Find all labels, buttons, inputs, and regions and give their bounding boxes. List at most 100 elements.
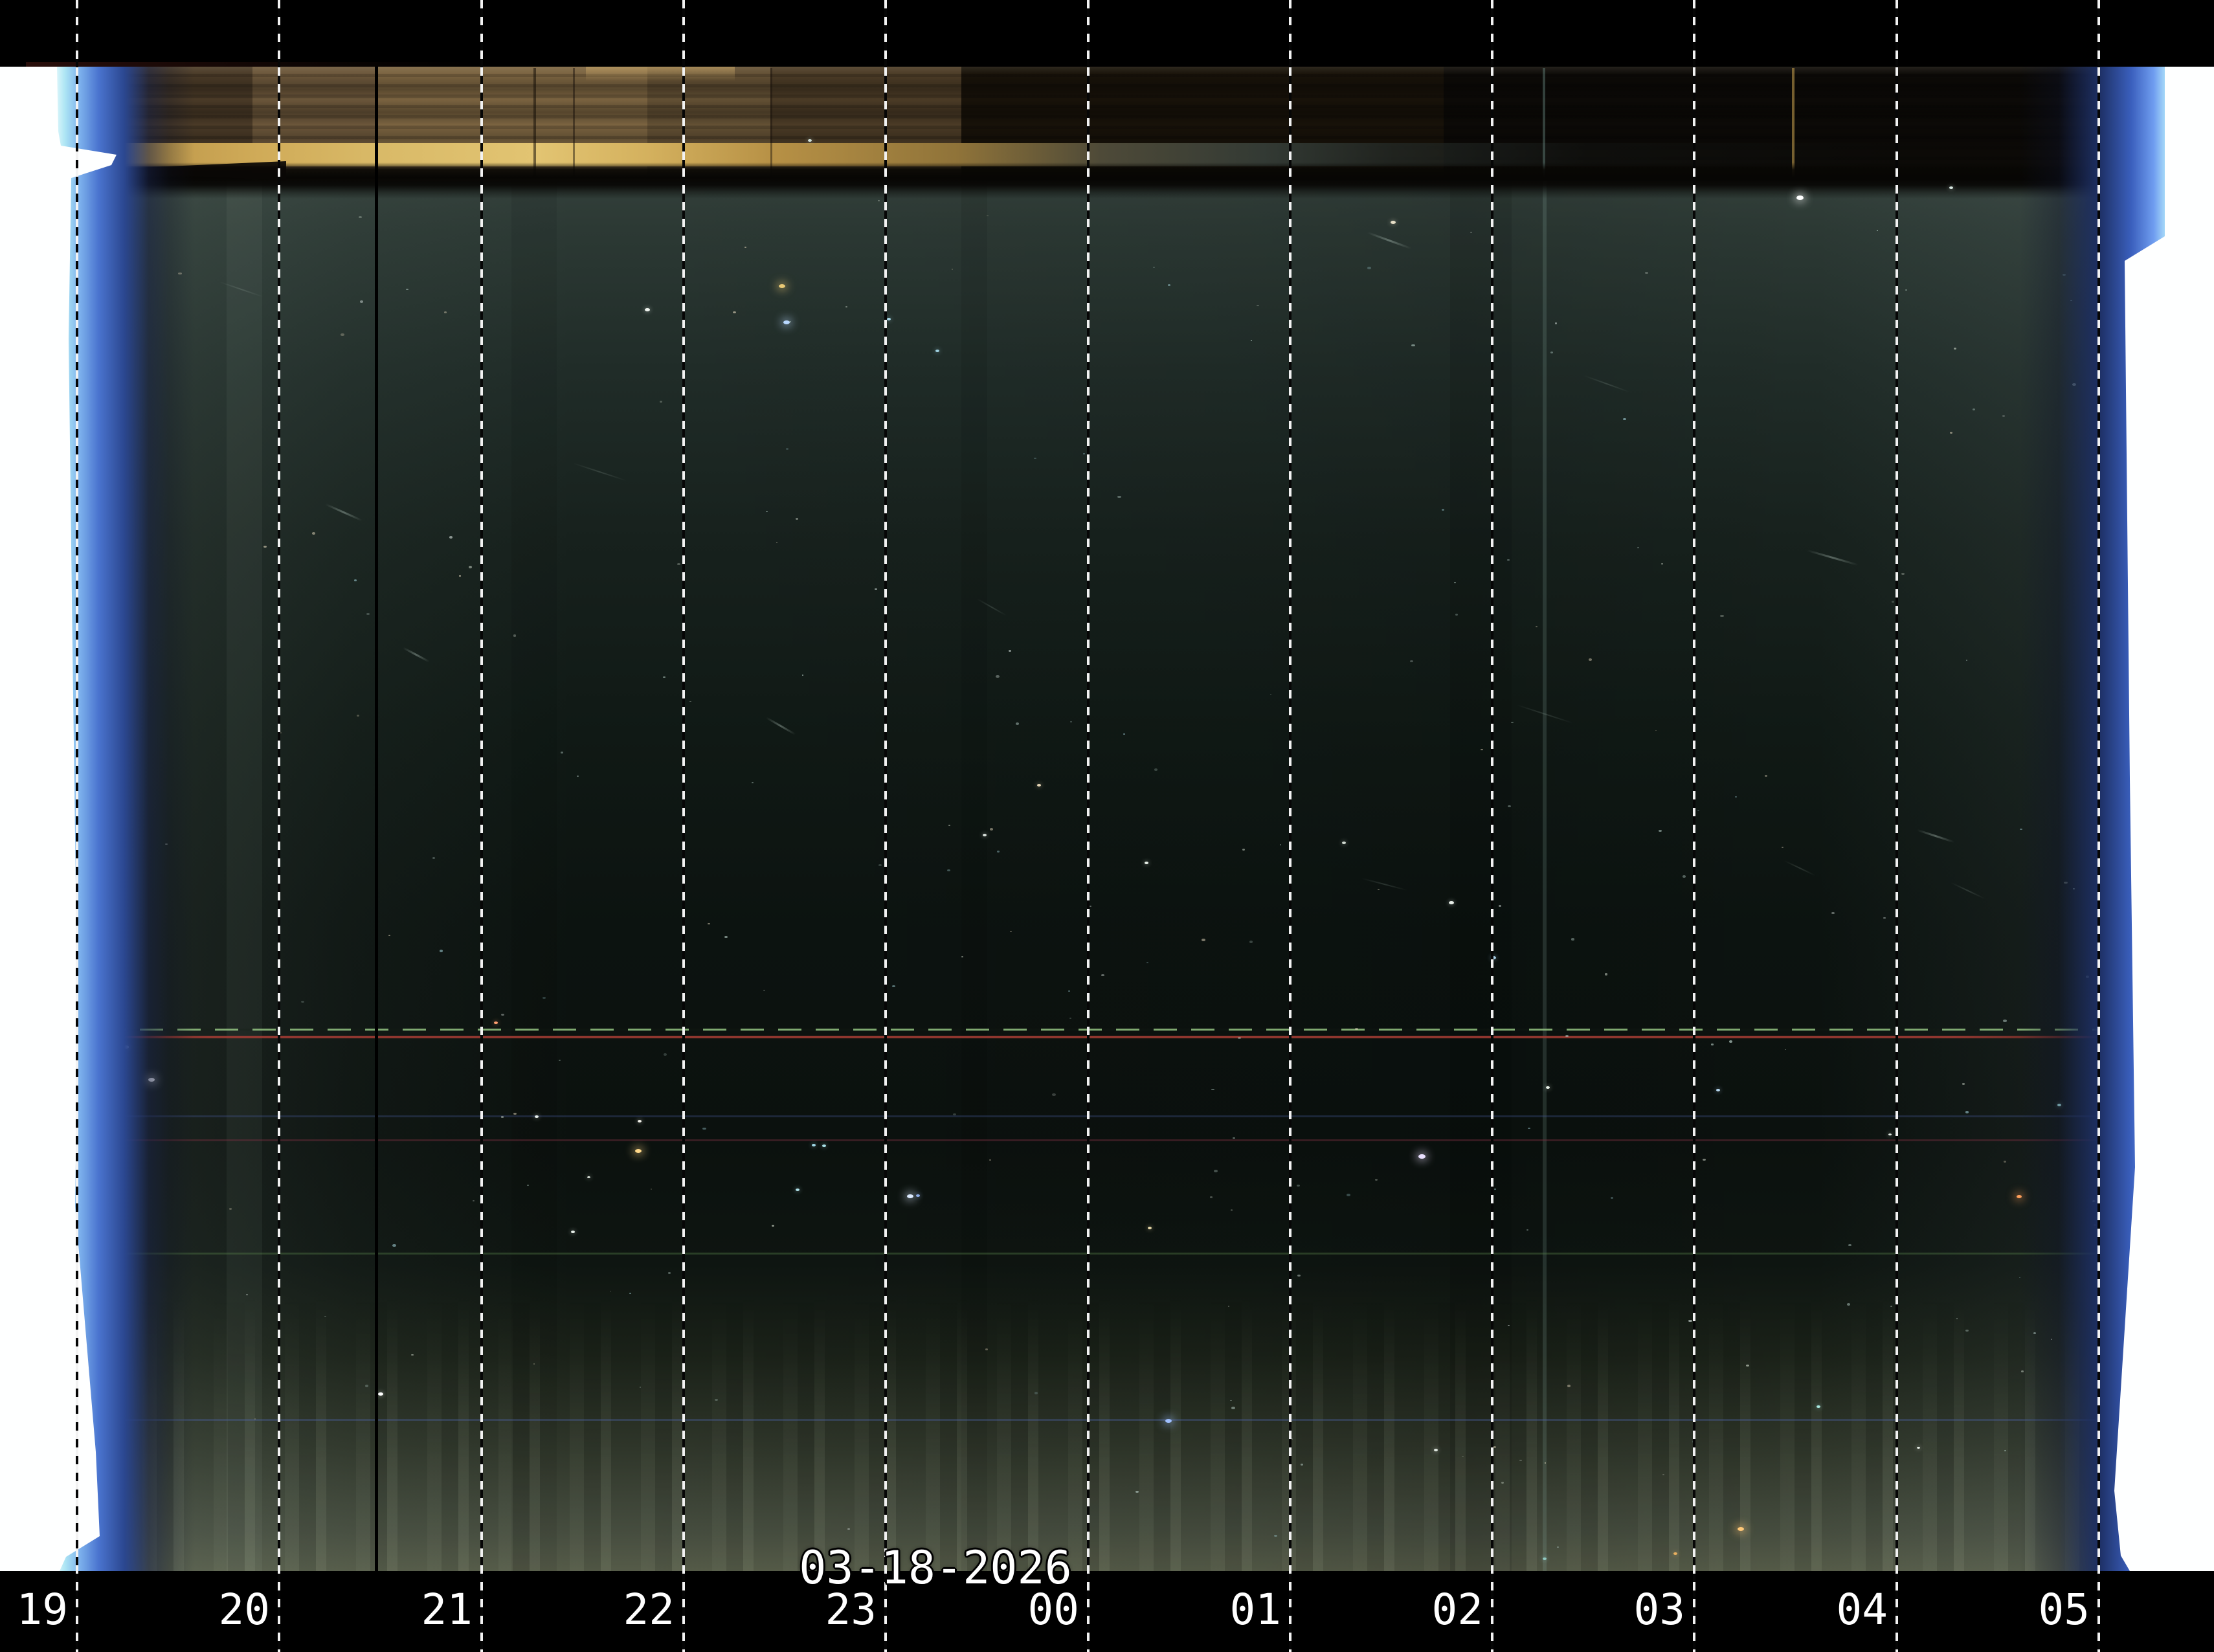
star xyxy=(1449,901,1454,904)
faint-star xyxy=(724,936,728,938)
faint-star xyxy=(1034,1392,1038,1394)
faint-star xyxy=(1965,1111,1969,1113)
star xyxy=(1888,1133,1892,1135)
faint-star xyxy=(1571,938,1574,940)
faint-star xyxy=(365,1385,369,1387)
faint-star xyxy=(796,518,798,520)
faint-star xyxy=(1662,1474,1664,1475)
faint-star xyxy=(629,1293,631,1294)
faint-star xyxy=(1729,1040,1732,1042)
faint-star xyxy=(1954,348,1956,350)
hour-label-19: 19 xyxy=(17,1584,68,1636)
faint-star xyxy=(802,675,804,676)
faint-star xyxy=(2004,1161,2006,1163)
faint-star xyxy=(1367,267,1371,269)
faint-star xyxy=(501,1014,504,1016)
star xyxy=(1434,1449,1438,1451)
faint-star xyxy=(1231,1407,1235,1409)
hour-label-03: 03 xyxy=(1634,1584,1685,1636)
faint-star xyxy=(1153,267,1155,268)
star xyxy=(378,1392,383,1396)
faint-star xyxy=(1462,1456,1464,1457)
star xyxy=(1817,1405,1820,1408)
star xyxy=(1716,1089,1720,1091)
faint-star xyxy=(1228,1306,1229,1307)
faint-star xyxy=(952,269,953,270)
hour-label-04: 04 xyxy=(1837,1584,1888,1636)
star xyxy=(1037,784,1041,787)
faint-star xyxy=(1493,1446,1495,1448)
star xyxy=(535,1115,539,1118)
faint-star xyxy=(1231,1209,1233,1211)
faint-star xyxy=(878,864,881,866)
star xyxy=(638,1120,642,1122)
hour-gridline-05 xyxy=(2097,0,2100,1652)
faint-star xyxy=(1637,547,1639,548)
star xyxy=(935,350,939,352)
faint-star xyxy=(1567,1385,1571,1387)
hour-label-22: 22 xyxy=(623,1584,675,1636)
hour-gridline-03 xyxy=(1693,0,1695,1652)
star xyxy=(1148,1227,1152,1229)
faint-star xyxy=(1202,939,1205,941)
star xyxy=(1546,1086,1550,1089)
faint-star xyxy=(392,1244,396,1246)
date-label: 03-18-2026 xyxy=(799,1543,1071,1592)
faint-star xyxy=(1711,1044,1714,1045)
hour-gridline-01 xyxy=(1289,0,1292,1652)
faint-star xyxy=(752,782,754,783)
star xyxy=(1796,195,1804,200)
keogram-strip xyxy=(0,67,2214,1571)
star xyxy=(1949,186,1953,189)
faint-star xyxy=(996,675,999,678)
faint-star xyxy=(786,448,788,450)
faint-star xyxy=(1052,1093,1055,1096)
hour-gridline-04 xyxy=(1895,0,1898,1652)
faint-star xyxy=(1481,749,1483,751)
faint-star xyxy=(1683,875,1686,878)
faint-star xyxy=(733,311,736,313)
faint-star xyxy=(892,985,895,987)
hour-gridline-19 xyxy=(76,0,78,1652)
faint-star xyxy=(1470,232,1472,233)
hour-label-02: 02 xyxy=(1432,1584,1483,1636)
faint-star xyxy=(440,950,443,952)
star xyxy=(808,139,812,142)
star xyxy=(779,284,785,288)
star xyxy=(887,318,891,320)
faint-star xyxy=(772,1225,774,1227)
faint-star xyxy=(501,1116,503,1117)
faint-star xyxy=(1101,974,1104,976)
faint-star xyxy=(1892,601,1894,602)
hour-gridline-00 xyxy=(1087,0,1090,1652)
star xyxy=(1145,862,1148,864)
faint-star xyxy=(301,1001,304,1003)
star xyxy=(1391,221,1396,224)
faint-star xyxy=(1962,1083,1965,1084)
faint-star xyxy=(664,1053,667,1056)
star xyxy=(812,1144,816,1146)
star xyxy=(1543,1557,1547,1560)
top-black-band xyxy=(0,0,2214,67)
star xyxy=(796,1189,800,1191)
scan-line-maroon-faint xyxy=(71,1139,2143,1141)
faint-star xyxy=(1068,990,1070,992)
faint-star xyxy=(1069,1018,1071,1019)
faint-star xyxy=(341,333,344,336)
faint-star xyxy=(845,306,847,307)
faint-star xyxy=(1090,906,1091,907)
faint-star xyxy=(1117,496,1121,498)
faint-star xyxy=(1214,1170,1218,1172)
faint-star xyxy=(1528,1128,1530,1129)
scan-line-blue-faint xyxy=(71,1115,2130,1117)
faint-star xyxy=(1442,509,1444,511)
faint-star xyxy=(989,1159,991,1161)
time-marker-line xyxy=(375,67,378,1571)
star xyxy=(587,1176,590,1178)
faint-star xyxy=(459,575,461,576)
star xyxy=(822,1144,826,1147)
faint-star xyxy=(1973,408,1975,410)
scan-line-blue-faint xyxy=(71,1419,2117,1421)
faint-star xyxy=(702,1128,706,1130)
hour-gridline-02 xyxy=(1491,0,1493,1652)
